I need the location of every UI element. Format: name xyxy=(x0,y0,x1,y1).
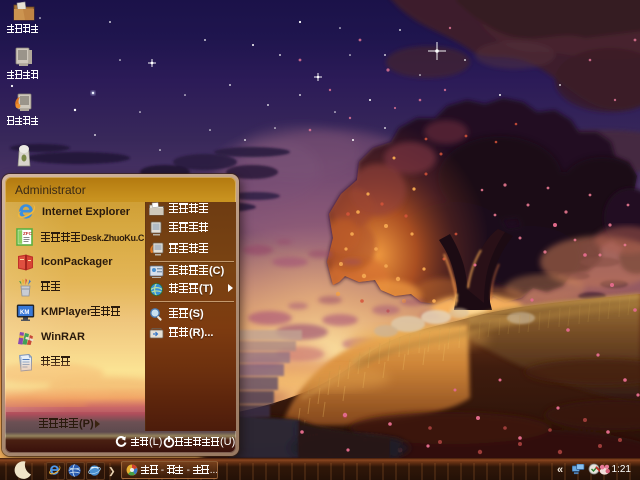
svg-text:KM: KM xyxy=(20,310,29,316)
svg-text:ZFC: ZFC xyxy=(23,231,33,236)
